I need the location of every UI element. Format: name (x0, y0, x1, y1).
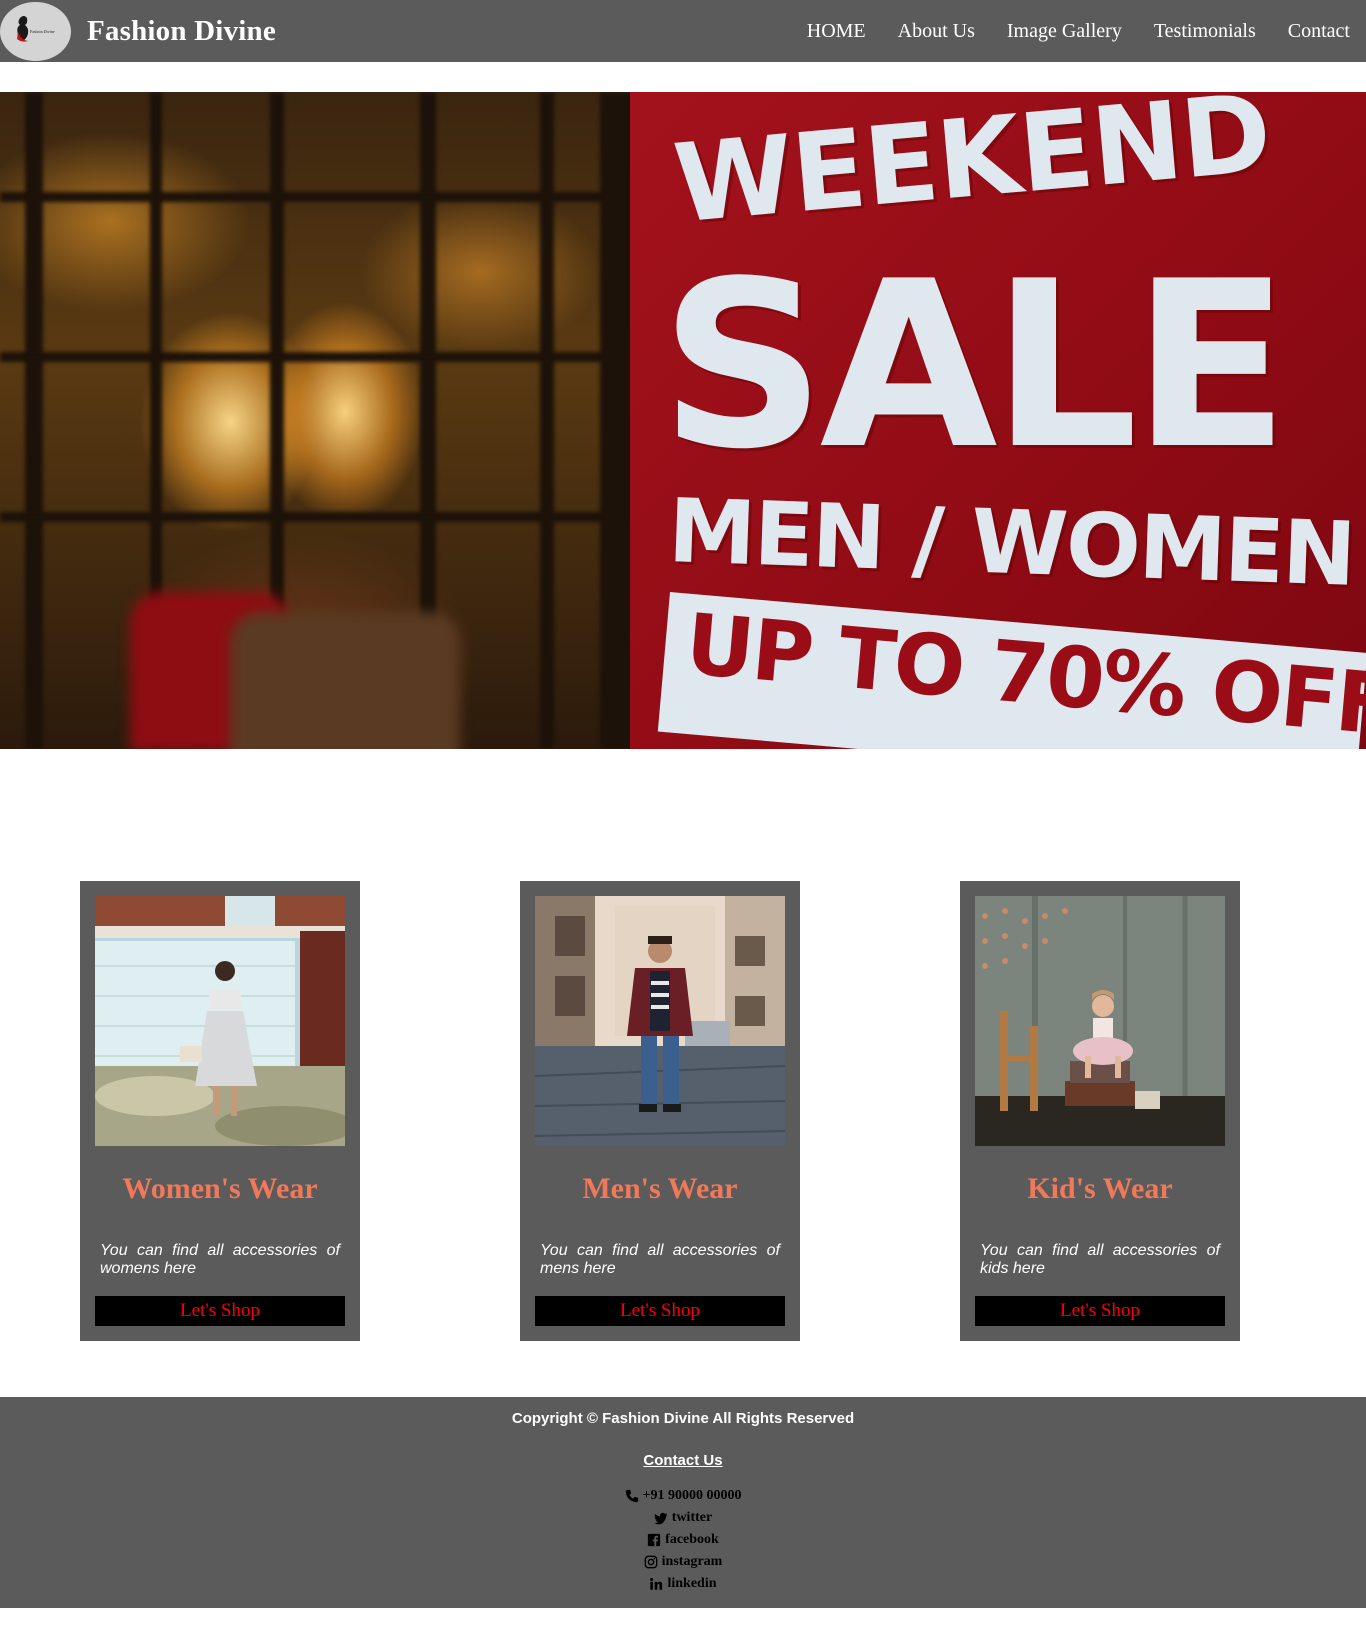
card-kids-wear: Kid's Wear You can find all accessories … (960, 881, 1240, 1341)
category-cards: Women's Wear You can find all accessorie… (0, 749, 1366, 1397)
contact-instagram[interactable]: instagram (0, 1551, 1366, 1573)
hero-line-sale: SALE (660, 233, 1289, 500)
card-description: You can find all accessories of mens her… (540, 1242, 780, 1277)
contact-facebook-label: facebook (665, 1532, 719, 1547)
contact-facebook[interactable]: facebook (0, 1529, 1366, 1551)
contact-linkedin-label: linkedin (667, 1576, 717, 1591)
contact-phone[interactable]: +91 90000 00000 (0, 1485, 1366, 1507)
hero-line-weekend: WEEKEND (669, 92, 1276, 248)
nav-home[interactable]: HOME (807, 20, 866, 43)
card-mens-wear: Men's Wear You can find all accessories … (520, 881, 800, 1341)
navbar: Fashion Divine Fashion Divine HOME About… (0, 0, 1366, 62)
facebook-icon (647, 1533, 661, 1547)
nav-about-us[interactable]: About Us (898, 20, 975, 43)
card-description: You can find all accessories of kids her… (980, 1242, 1220, 1277)
lets-shop-button[interactable]: Let's Shop (535, 1296, 785, 1326)
mens-wear-image (535, 896, 785, 1146)
nav-image-gallery[interactable]: Image Gallery (1007, 20, 1122, 43)
lets-shop-button[interactable]: Let's Shop (975, 1296, 1225, 1326)
footer: Copyright © Fashion Divine All Rights Re… (0, 1397, 1366, 1608)
lets-shop-button[interactable]: Let's Shop (95, 1296, 345, 1326)
instagram-icon (644, 1555, 658, 1569)
kids-wear-image (975, 896, 1225, 1146)
card-womens-wear: Women's Wear You can find all accessorie… (80, 881, 360, 1341)
contact-twitter-label: twitter (671, 1510, 713, 1525)
contact-instagram-label: instagram (661, 1554, 723, 1569)
card-title: Men's Wear (582, 1172, 738, 1205)
logo-text: Fashion Divine (30, 29, 55, 34)
twitter-icon (654, 1511, 668, 1525)
card-description: You can find all accessories of womens h… (100, 1242, 340, 1277)
logo-figure-icon: Fashion Divine (0, 2, 71, 60)
copyright-text: Copyright © Fashion Divine All Rights Re… (511, 1410, 855, 1427)
main-nav: HOME About Us Image Gallery Testimonials… (775, 20, 1350, 43)
contact-phone-label: +91 90000 00000 (642, 1488, 742, 1503)
hero-banner: WEEKEND SALE MEN / WOMEN UP TO 70% OFF (0, 92, 1366, 749)
linkedin-icon (649, 1577, 663, 1591)
brand-logo[interactable]: Fashion Divine (0, 1, 71, 61)
contact-us-link[interactable]: Contact Us (0, 1452, 1366, 1469)
contact-list: +91 90000 00000 twitter facebook instagr… (0, 1485, 1366, 1595)
contact-linkedin[interactable]: linkedin (0, 1573, 1366, 1595)
contact-twitter[interactable]: twitter (0, 1507, 1366, 1529)
hero-store-window-image (0, 92, 640, 749)
hero-line-men-women: MEN / WOMEN (666, 479, 1356, 606)
nav-contact[interactable]: Contact (1288, 20, 1350, 43)
womens-wear-image (95, 896, 345, 1146)
brand[interactable]: Fashion Divine Fashion Divine (0, 0, 276, 62)
hero-sale-sign: WEEKEND SALE MEN / WOMEN UP TO 70% OFF (630, 92, 1366, 749)
card-title: Women's Wear (122, 1172, 318, 1205)
card-title: Kid's Wear (1027, 1172, 1173, 1205)
phone-icon (625, 1489, 639, 1503)
nav-testimonials[interactable]: Testimonials (1154, 20, 1256, 43)
brand-name[interactable]: Fashion Divine (87, 15, 276, 48)
